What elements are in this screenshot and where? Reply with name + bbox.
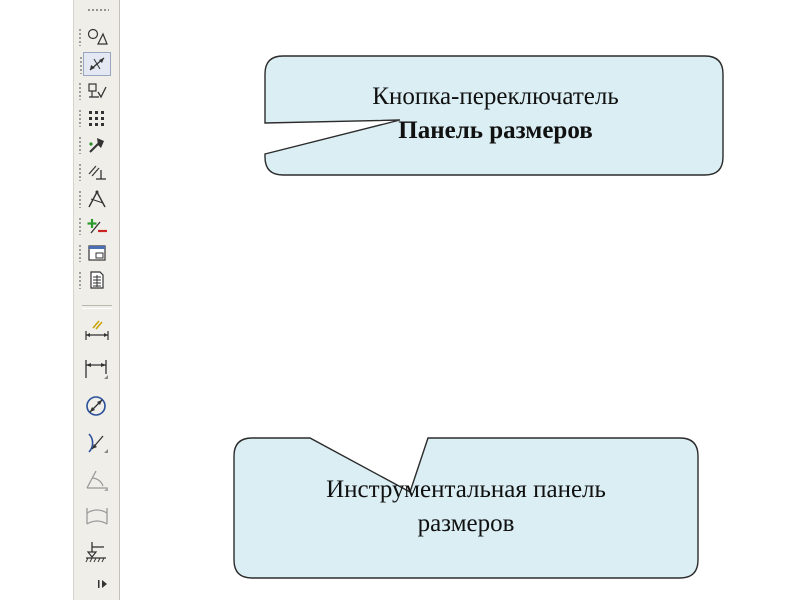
callout-toggle-line1: Кнопка-переключатель xyxy=(372,83,619,110)
callout-panel-line2: размеров xyxy=(417,510,515,537)
callout-panel-text: Инструментальная панель размеров xyxy=(236,473,696,541)
callout-toggle-text: Кнопка-переключатель Панель размеров xyxy=(268,80,723,148)
callout-toggle-line2: Панель размеров xyxy=(398,117,593,144)
callout-panel-line1: Инструментальная панель xyxy=(326,476,606,503)
